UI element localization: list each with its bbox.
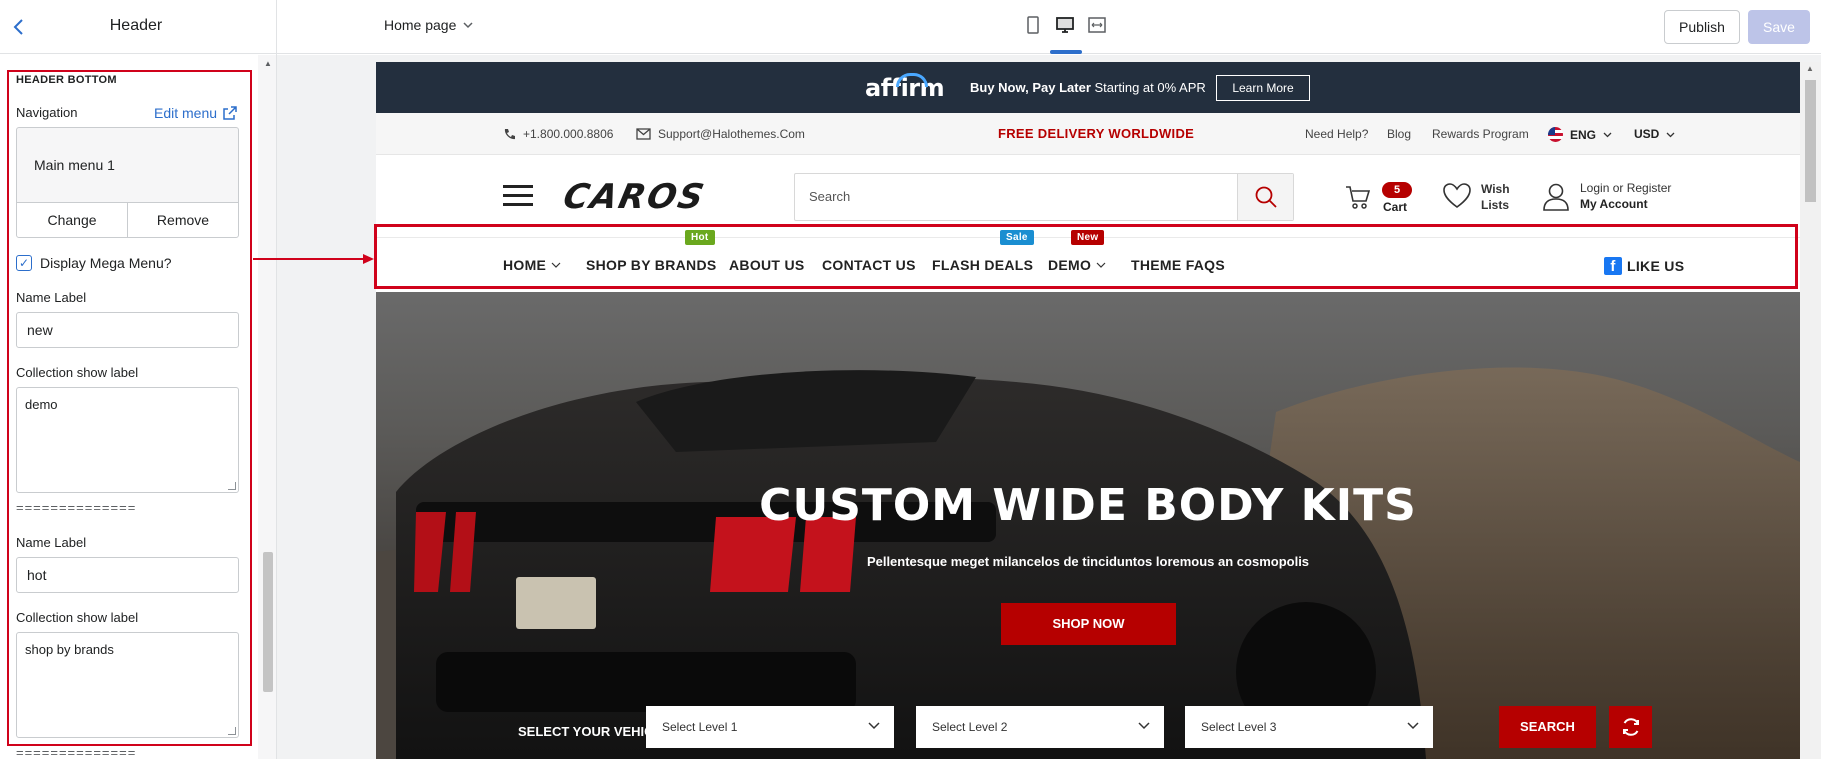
promo-text: Buy Now, Pay Later Starting at 0% APR bbox=[970, 80, 1206, 95]
page-selector[interactable]: Home page bbox=[384, 17, 474, 33]
scroll-up-icon[interactable]: ▲ bbox=[264, 59, 272, 68]
free-delivery-text: FREE DELIVERY WORLDWIDE bbox=[998, 126, 1195, 141]
preview-scroll-thumb[interactable] bbox=[1805, 80, 1816, 202]
wishlist-line2: Lists bbox=[1481, 198, 1510, 212]
search-icon bbox=[1255, 186, 1277, 208]
chevron-down-icon bbox=[1407, 706, 1419, 748]
select-level-2[interactable]: Select Level 2 bbox=[916, 706, 1164, 748]
promo-text-bold: Buy Now, Pay Later bbox=[970, 80, 1091, 95]
hero-banner: CUSTOM WIDE BODY KITS Pellentesque meget… bbox=[376, 292, 1800, 759]
store-logo[interactable]: CAROS bbox=[560, 177, 709, 217]
vehicle-search-button[interactable]: SEARCH bbox=[1499, 706, 1596, 748]
shop-now-button[interactable]: SHOP NOW bbox=[1001, 603, 1176, 645]
chevron-down-icon bbox=[463, 22, 473, 29]
search-button[interactable] bbox=[1237, 174, 1293, 220]
select-level-1-value: Select Level 1 bbox=[662, 720, 738, 734]
wishlist-line1: Wish bbox=[1481, 182, 1510, 196]
page-selector-label: Home page bbox=[384, 17, 457, 33]
chevron-down-icon bbox=[1603, 132, 1612, 138]
hamburger-menu-icon[interactable] bbox=[503, 185, 533, 207]
promo-text-rest: Starting at 0% APR bbox=[1090, 80, 1206, 95]
wishlist-link[interactable]: Wish Lists bbox=[1481, 181, 1510, 213]
help-link[interactable]: Need Help? bbox=[1305, 127, 1368, 141]
cart-label[interactable]: Cart bbox=[1383, 199, 1407, 215]
publish-button[interactable]: Publish bbox=[1664, 10, 1740, 44]
hero-title: CUSTOM WIDE BODY KITS bbox=[759, 480, 1417, 531]
panel-highlight-box bbox=[7, 70, 252, 746]
user-icon[interactable] bbox=[1541, 181, 1571, 216]
save-button[interactable]: Save bbox=[1748, 10, 1810, 44]
mobile-view-icon[interactable] bbox=[1022, 14, 1044, 36]
us-flag-icon bbox=[1548, 127, 1563, 142]
currency-selector[interactable]: USD bbox=[1634, 127, 1675, 141]
panel-title: Header bbox=[109, 17, 163, 34]
email-link[interactable]: Support@Halothemes.Com bbox=[636, 127, 805, 141]
panel-scroll-thumb[interactable] bbox=[263, 552, 273, 692]
chevron-down-icon bbox=[868, 706, 880, 748]
blog-link[interactable]: Blog bbox=[1387, 127, 1411, 141]
search-box: Search bbox=[794, 173, 1294, 221]
select-level-1[interactable]: Select Level 1 bbox=[646, 706, 894, 748]
store-preview: affirm Buy Now, Pay Later Starting at 0%… bbox=[376, 62, 1800, 759]
select-level-2-value: Select Level 2 bbox=[932, 720, 1008, 734]
language-label: ENG bbox=[1570, 127, 1597, 142]
search-input[interactable]: Search bbox=[809, 189, 850, 204]
editor-topbar: Header Home page Publish Save bbox=[0, 0, 1821, 54]
phone-number: +1.800.000.8806 bbox=[523, 127, 614, 141]
mail-icon bbox=[636, 128, 651, 140]
email-address: Support@Halothemes.Com bbox=[658, 127, 805, 141]
learn-more-button[interactable]: Learn More bbox=[1216, 75, 1310, 101]
annotation-arrow bbox=[253, 254, 374, 264]
reset-button[interactable] bbox=[1609, 706, 1652, 748]
phone-icon bbox=[504, 128, 515, 139]
currency-label: USD bbox=[1634, 127, 1660, 141]
select-level-3[interactable]: Select Level 3 bbox=[1185, 706, 1433, 748]
heart-icon[interactable] bbox=[1442, 182, 1472, 215]
separator: ============== bbox=[16, 745, 137, 759]
my-account-text: My Account bbox=[1580, 197, 1648, 211]
phone-link[interactable]: +1.800.000.8806 bbox=[503, 127, 613, 141]
promo-bar: affirm Buy Now, Pay Later Starting at 0%… bbox=[376, 62, 1800, 113]
language-selector[interactable]: ENG bbox=[1548, 127, 1612, 142]
scroll-up-icon[interactable]: ▲ bbox=[1806, 64, 1814, 73]
device-toggle bbox=[1022, 14, 1108, 36]
rewards-link[interactable]: Rewards Program bbox=[1432, 127, 1529, 141]
utility-bar: +1.800.000.8806 Support@Halothemes.Com F… bbox=[376, 113, 1800, 155]
cart-count-badge: 5 bbox=[1382, 182, 1412, 198]
select-level-3-value: Select Level 3 bbox=[1201, 720, 1277, 734]
active-device-indicator bbox=[1050, 50, 1082, 54]
chevron-down-icon bbox=[1666, 132, 1675, 137]
login-register-text: Login or Register bbox=[1580, 181, 1672, 195]
account-link[interactable]: Login or Register My Account bbox=[1580, 180, 1671, 212]
nav-highlight-box bbox=[374, 224, 1798, 289]
chevron-down-icon bbox=[1138, 706, 1150, 748]
cart-icon[interactable] bbox=[1344, 183, 1372, 216]
fullwidth-view-icon[interactable] bbox=[1086, 14, 1108, 36]
refresh-icon bbox=[1622, 718, 1639, 736]
hero-subtitle: Pellentesque meget milancelos de tincidu… bbox=[866, 554, 1310, 569]
desktop-view-icon[interactable] bbox=[1054, 14, 1076, 36]
